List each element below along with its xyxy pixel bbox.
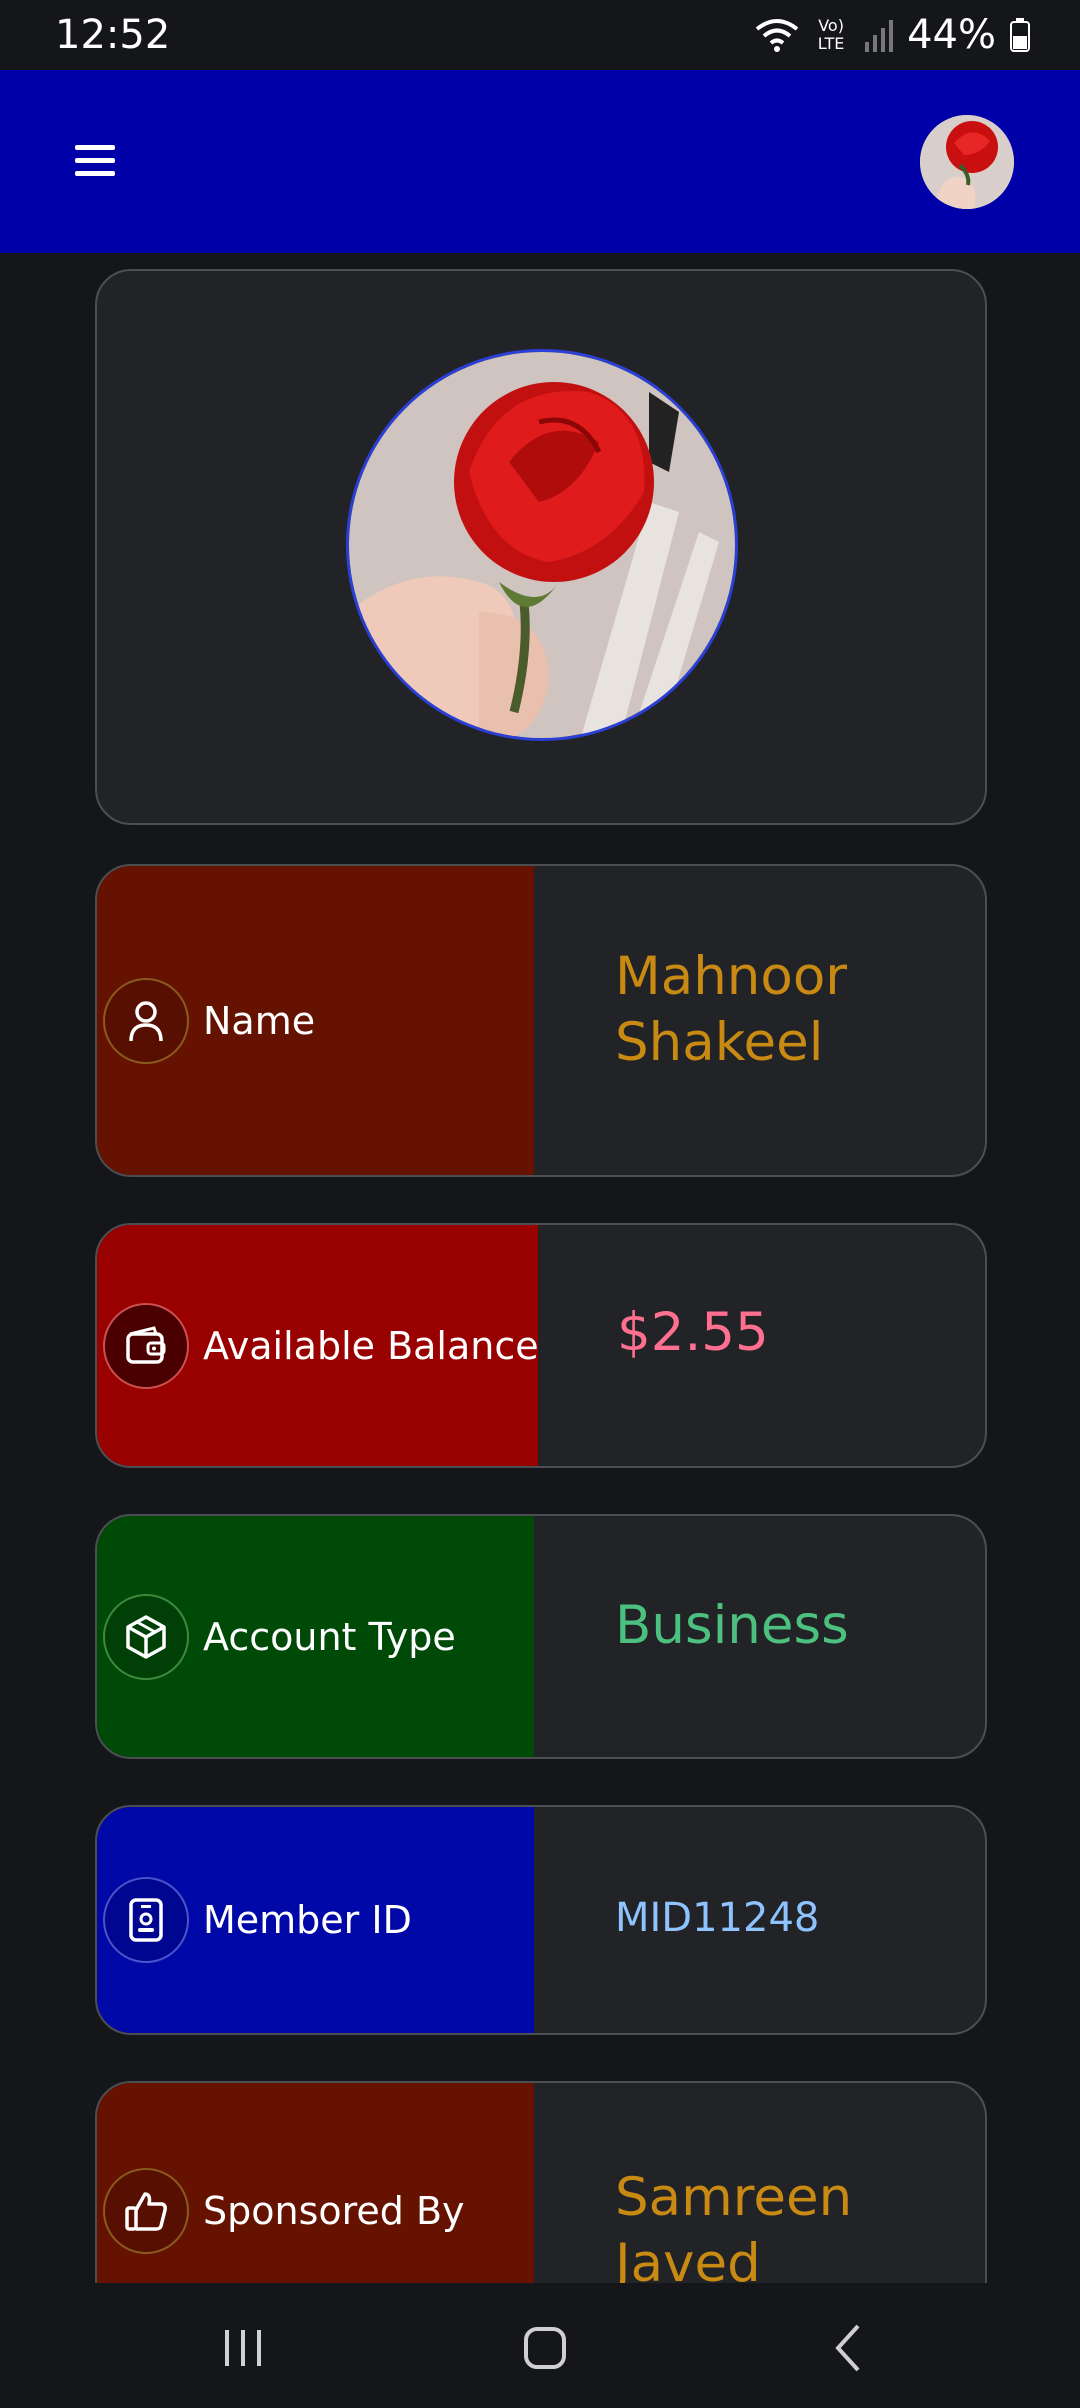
header-avatar[interactable] bbox=[920, 115, 1014, 209]
balance-card: Available Balance $2.55 bbox=[95, 1223, 987, 1468]
cube-icon bbox=[103, 1593, 189, 1680]
name-card: Name Mahnoor Shakeel bbox=[95, 864, 987, 1177]
battery-icon bbox=[1010, 18, 1030, 52]
name-value: Mahnoor Shakeel bbox=[615, 946, 848, 1073]
sponsored-by-value: Samreen Javed bbox=[615, 2167, 853, 2283]
balance-value: $2.55 bbox=[617, 1302, 769, 1363]
member-id-value: MID11248 bbox=[615, 1895, 820, 1941]
thumbs-up-icon bbox=[103, 2168, 189, 2254]
balance-label: Available Balance bbox=[203, 1323, 539, 1368]
member-label-panel: Member ID bbox=[97, 1807, 534, 2033]
back-icon[interactable] bbox=[808, 2308, 888, 2388]
wifi-icon bbox=[755, 17, 799, 53]
hamburger-menu-icon[interactable] bbox=[60, 125, 130, 195]
profile-photo-card bbox=[95, 269, 987, 825]
account-type-value: Business bbox=[615, 1595, 849, 1656]
profile-content[interactable]: Name Mahnoor Shakeel Available Balance $… bbox=[0, 253, 1080, 2283]
status-time: 12:52 bbox=[55, 12, 171, 58]
app-bar bbox=[0, 70, 1080, 253]
account-type-label: Account Type bbox=[203, 1614, 456, 1659]
profile-photo[interactable] bbox=[346, 349, 738, 741]
account-type-card: Account Type Business bbox=[95, 1514, 987, 1759]
account-label-panel: Account Type bbox=[97, 1516, 534, 1757]
signal-icon bbox=[863, 18, 894, 52]
status-bar: 12:52 Vo) LTE 44% bbox=[0, 0, 1080, 70]
name-label-panel: Name bbox=[97, 866, 534, 1175]
battery-percentage: 44% bbox=[907, 12, 996, 58]
id-badge-icon bbox=[103, 1877, 189, 1963]
system-nav-bar bbox=[0, 2283, 1080, 2408]
sponsored-by-label: Sponsored By bbox=[203, 2189, 465, 2233]
recents-icon[interactable] bbox=[203, 2308, 283, 2388]
balance-label-panel: Available Balance bbox=[97, 1225, 539, 1466]
network-label: Vo) LTE bbox=[817, 16, 845, 53]
wallet-icon bbox=[103, 1302, 189, 1389]
sponsor-label-panel: Sponsored By bbox=[97, 2083, 534, 2283]
user-icon bbox=[103, 977, 189, 1064]
member-id-card: Member ID MID11248 bbox=[95, 1805, 987, 2035]
home-icon[interactable] bbox=[505, 2308, 585, 2388]
sponsored-by-card: Sponsored By Samreen Javed bbox=[95, 2081, 987, 2283]
member-id-label: Member ID bbox=[203, 1898, 412, 1942]
name-label: Name bbox=[203, 998, 316, 1043]
status-icons: Vo) LTE 44% bbox=[755, 10, 1030, 60]
